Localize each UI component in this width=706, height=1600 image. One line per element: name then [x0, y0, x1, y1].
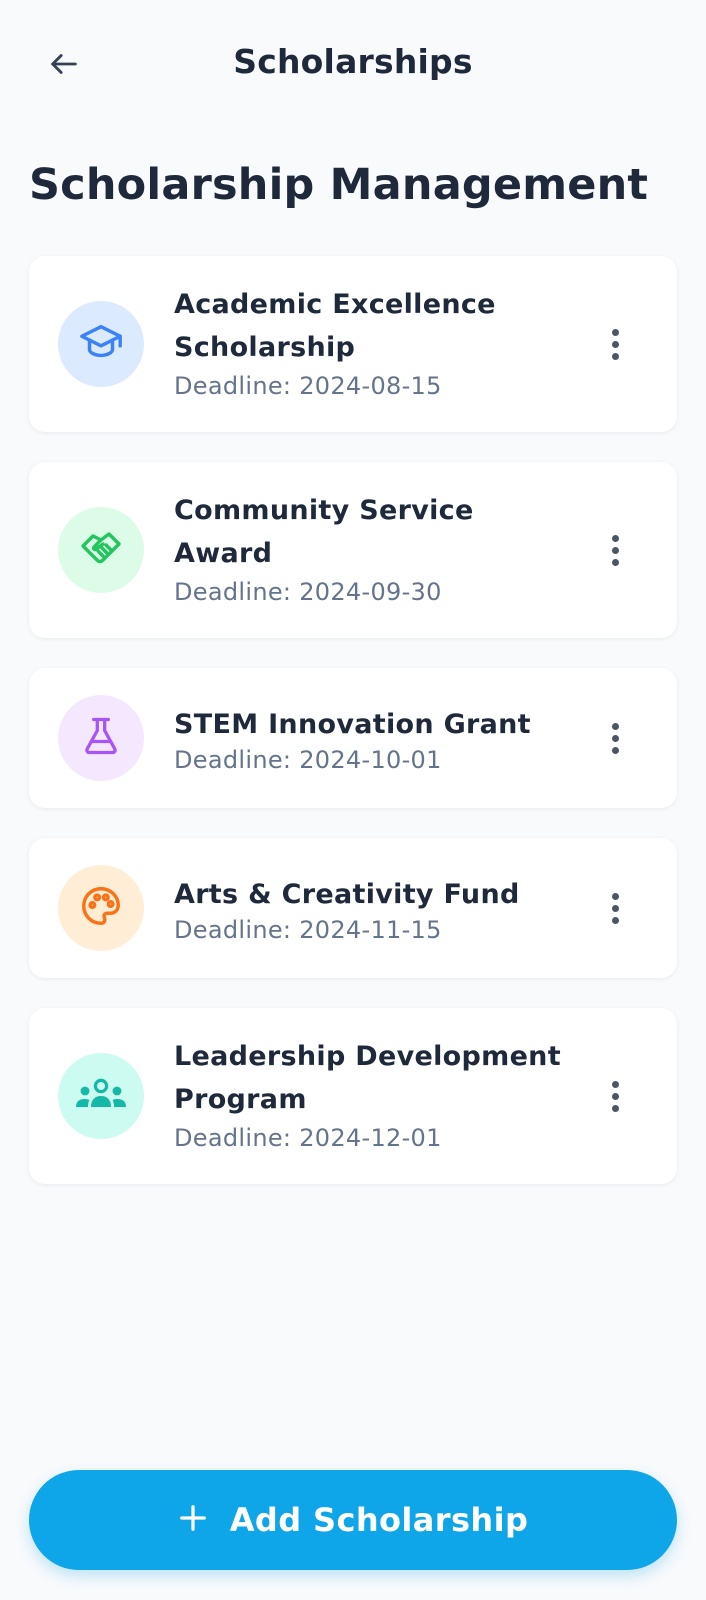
- app-bar-title: Scholarships: [233, 42, 473, 81]
- more-options-button[interactable]: [595, 713, 635, 763]
- palette-icon: [78, 883, 124, 933]
- more-vertical-icon: [611, 328, 619, 360]
- scholarship-icon-badge: [58, 301, 144, 387]
- plus-icon: [178, 1503, 208, 1537]
- scholarship-icon-badge: [58, 1053, 144, 1139]
- more-vertical-icon: [611, 534, 619, 566]
- scholarship-deadline: Deadline: 2024-10-01: [174, 746, 442, 774]
- scholarship-icon-badge: [58, 695, 144, 781]
- scholarship-name: STEM Innovation Grant: [174, 709, 531, 740]
- scholarship-name: Community Service Award: [174, 495, 474, 569]
- add-scholarship-label: Add Scholarship: [229, 1501, 529, 1539]
- more-options-button[interactable]: [595, 1071, 635, 1121]
- graduation-cap-icon: [78, 319, 124, 369]
- scholarship-card-stem-innovation[interactable]: STEM Innovation Grant Deadline: 2024-10-…: [29, 668, 677, 808]
- add-scholarship-button[interactable]: Add Scholarship: [29, 1470, 677, 1570]
- handshake-icon: [77, 524, 125, 576]
- more-vertical-icon: [611, 1080, 619, 1112]
- scholarship-deadline: Deadline: 2024-09-30: [174, 578, 442, 606]
- scholarship-name: Leadership Development Program: [174, 1041, 561, 1115]
- scholarship-deadline: Deadline: 2024-08-15: [174, 372, 442, 400]
- scholarship-icon-badge: [58, 507, 144, 593]
- scholarship-card-leadership-development[interactable]: Leadership Development Program Deadline:…: [29, 1008, 677, 1184]
- more-options-button[interactable]: [595, 883, 635, 933]
- scholarship-name: Arts & Creativity Fund: [174, 879, 520, 910]
- scholarship-card-community-service[interactable]: Community Service Award Deadline: 2024-0…: [29, 462, 677, 638]
- more-vertical-icon: [611, 892, 619, 924]
- more-vertical-icon: [611, 722, 619, 754]
- more-options-button[interactable]: [595, 525, 635, 575]
- scholarship-deadline: Deadline: 2024-11-15: [174, 916, 442, 944]
- app-root: Scholarships Scholarship Management Acad…: [0, 0, 706, 1600]
- people-group-icon: [73, 1074, 129, 1118]
- scholarship-deadline: Deadline: 2024-12-01: [174, 1124, 442, 1152]
- scholarship-name: Academic Excellence Scholarship: [174, 289, 496, 363]
- page-title: Scholarship Management: [29, 160, 649, 210]
- flask-icon: [79, 714, 123, 762]
- scholarship-card-arts-creativity[interactable]: Arts & Creativity Fund Deadline: 2024-11…: [29, 838, 677, 978]
- scholarship-icon-badge: [58, 865, 144, 951]
- more-options-button[interactable]: [595, 319, 635, 369]
- top-app-bar: Scholarships: [0, 0, 706, 130]
- scholarship-card-academic-excellence[interactable]: Academic Excellence Scholarship Deadline…: [29, 256, 677, 432]
